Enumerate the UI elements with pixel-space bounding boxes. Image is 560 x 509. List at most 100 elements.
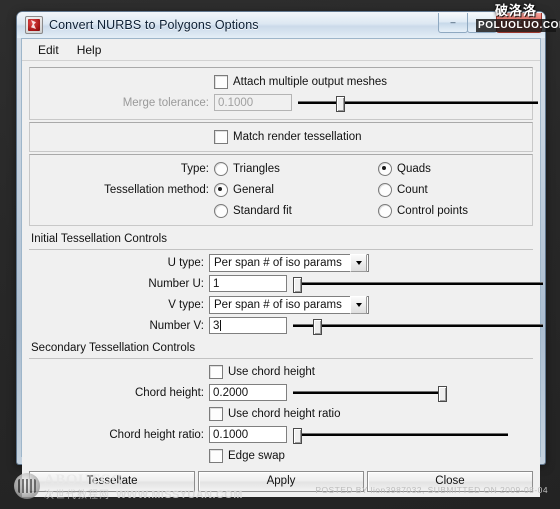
edge-swap-checkbox[interactable] xyxy=(209,448,223,463)
page-footer: ABOUTCG 次世代教程网 WWW.MISSYUAN.COM POSTED B… xyxy=(0,465,560,509)
number-v-label: Number V: xyxy=(149,319,204,332)
chord-height-ratio-slider-thumb[interactable] xyxy=(293,427,302,444)
logo-cn-text: 次世代教程网 xyxy=(44,490,110,501)
dialog-body: Attach multiple output meshes Merge tole… xyxy=(22,61,543,497)
posted-by-text: POSTED BY lion3987032, SUBMITTED ON 2009… xyxy=(315,485,548,495)
row-type: Type: Triangles Quads xyxy=(34,159,528,178)
row-merge-tolerance: Merge tolerance: 0.1000 xyxy=(34,93,538,112)
row-chord-height: Chord height: 0.2000 xyxy=(29,383,533,402)
u-type-value: Per span # of iso params xyxy=(214,256,342,269)
attach-meshes-checkbox-group[interactable]: Attach multiple output meshes xyxy=(214,74,388,89)
edge-swap-label: Edge swap xyxy=(228,449,285,462)
logo-text-block: ABOUTCG 次世代教程网 WWW.MISSYUAN.COM xyxy=(44,473,243,501)
standard-fit-label: Standard fit xyxy=(233,204,292,217)
minimize-icon: – xyxy=(450,17,456,27)
u-type-label: U type: xyxy=(167,256,204,269)
row-chord-height-ratio: Chord height ratio: 0.1000 xyxy=(29,425,533,444)
globe-icon xyxy=(14,473,40,499)
menu-bar: Edit Help xyxy=(22,39,540,61)
use-chord-height-ratio-checkbox-group[interactable]: Use chord height ratio xyxy=(209,406,341,421)
number-u-input[interactable]: 1 xyxy=(209,275,287,292)
initial-tessellation-title: Initial Tessellation Controls xyxy=(31,233,167,245)
menu-item-edit[interactable]: Edit xyxy=(30,41,67,59)
number-v-input[interactable]: 3 xyxy=(209,317,287,334)
title-bar[interactable]: Convert NURBS to Polygons Options – ▭ ✕ xyxy=(17,12,545,38)
chord-height-ratio-input[interactable]: 0.1000 xyxy=(209,426,287,443)
number-u-label: Number U: xyxy=(148,277,204,290)
logo-url-text: WWW.MISSYUAN.COM xyxy=(116,489,243,501)
merge-tolerance-slider-track xyxy=(298,100,538,104)
use-chord-height-label: Use chord height xyxy=(228,365,315,378)
maximize-icon: ▭ xyxy=(477,17,487,27)
match-render-frame: Match render tessellation xyxy=(29,122,533,152)
chevron-down-icon-v[interactable] xyxy=(350,295,367,314)
close-window-button[interactable]: ✕ xyxy=(496,13,542,33)
radio-quads[interactable]: Quads xyxy=(378,161,431,176)
use-chord-height-ratio-label: Use chord height ratio xyxy=(228,407,341,420)
chord-height-ratio-label: Chord height ratio: xyxy=(109,428,204,441)
logo-brand-name: ABOUTCG xyxy=(44,472,124,488)
dialog-client-area: Edit Help Attach multiple output meshes … xyxy=(21,38,543,497)
control-points-label: Control points xyxy=(397,204,468,217)
attach-meshes-checkbox[interactable] xyxy=(214,74,228,89)
merge-tolerance-input[interactable]: 0.1000 xyxy=(214,94,292,111)
maximize-button[interactable]: ▭ xyxy=(467,13,497,33)
number-v-slider[interactable] xyxy=(293,317,543,335)
chord-height-slider[interactable] xyxy=(293,384,447,402)
use-chord-height-checkbox-group[interactable]: Use chord height xyxy=(209,364,315,379)
number-v-slider-thumb[interactable] xyxy=(313,318,322,335)
chord-height-input[interactable]: 0.2000 xyxy=(209,384,287,401)
tessellation-method-label: Tessellation method: xyxy=(104,183,209,196)
merge-tolerance-slider[interactable] xyxy=(298,94,538,112)
triangles-label: Triangles xyxy=(233,162,280,175)
number-u-slider-thumb[interactable] xyxy=(293,276,302,293)
row-match-render: Match render tessellation xyxy=(34,127,528,146)
row-v-type: V type: Per span # of iso params xyxy=(29,295,533,314)
row-attach-meshes: Attach multiple output meshes xyxy=(34,72,528,91)
row-use-chord-height: Use chord height xyxy=(29,362,533,381)
number-u-slider[interactable] xyxy=(293,275,543,293)
chord-height-slider-thumb[interactable] xyxy=(438,385,447,402)
menu-item-help[interactable]: Help xyxy=(69,41,110,59)
match-render-checkbox-group[interactable]: Match render tessellation xyxy=(214,129,362,144)
radio-count[interactable]: Count xyxy=(378,182,428,197)
merge-tolerance-slider-thumb[interactable] xyxy=(336,95,346,112)
row-use-chord-height-ratio: Use chord height ratio xyxy=(29,404,533,423)
row-number-v: Number V: 3 xyxy=(29,316,543,335)
chord-height-slider-track xyxy=(293,390,445,394)
general-radio[interactable] xyxy=(214,182,228,197)
triangles-radio[interactable] xyxy=(214,161,228,176)
chord-height-label: Chord height: xyxy=(134,386,204,399)
count-radio[interactable] xyxy=(378,182,392,197)
v-type-label: V type: xyxy=(168,298,204,311)
quads-radio[interactable] xyxy=(378,161,392,176)
use-chord-height-checkbox[interactable] xyxy=(209,364,223,379)
v-type-value: Per span # of iso params xyxy=(214,298,342,311)
attach-meshes-label: Attach multiple output meshes xyxy=(233,75,388,88)
row-edge-swap: Edge swap xyxy=(29,446,533,465)
control-points-radio[interactable] xyxy=(378,203,392,218)
tessellation-type-frame: Type: Triangles Quads Tessellation metho… xyxy=(29,154,533,226)
screenshot-root: Convert NURBS to Polygons Options – ▭ ✕ … xyxy=(0,0,560,509)
minimize-button[interactable]: – xyxy=(438,13,468,33)
use-chord-height-ratio-checkbox[interactable] xyxy=(209,406,223,421)
row-u-type: U type: Per span # of iso params xyxy=(29,253,533,272)
u-type-combobox[interactable]: Per span # of iso params xyxy=(209,253,369,272)
chord-height-ratio-slider-track xyxy=(293,432,508,436)
general-label: General xyxy=(233,183,274,196)
match-render-checkbox[interactable] xyxy=(214,129,228,144)
chevron-down-icon[interactable] xyxy=(350,253,367,272)
radio-triangles[interactable]: Triangles xyxy=(214,161,374,176)
aboutcg-logo: ABOUTCG 次世代教程网 WWW.MISSYUAN.COM xyxy=(14,472,243,501)
type-label: Type: xyxy=(180,162,209,175)
secondary-tessellation-title: Secondary Tessellation Controls xyxy=(31,342,196,354)
radio-standard-fit[interactable]: Standard fit xyxy=(214,203,374,218)
radio-control-points[interactable]: Control points xyxy=(378,203,468,218)
match-render-label: Match render tessellation xyxy=(233,130,362,143)
radio-general[interactable]: General xyxy=(214,182,374,197)
standard-fit-radio[interactable] xyxy=(214,203,228,218)
v-type-combobox[interactable]: Per span # of iso params xyxy=(209,295,369,314)
chord-height-ratio-slider[interactable] xyxy=(293,426,508,444)
edge-swap-checkbox-group[interactable]: Edge swap xyxy=(209,448,285,463)
number-v-slider-track xyxy=(293,323,543,327)
